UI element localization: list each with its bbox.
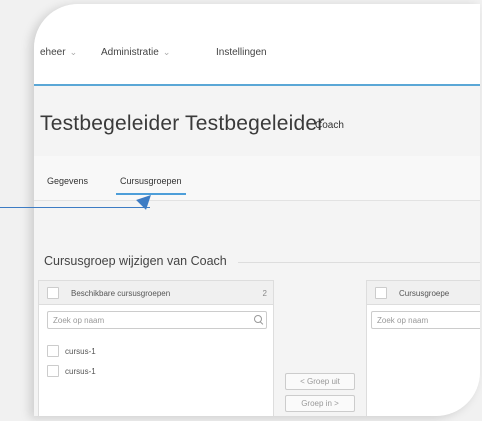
- panel-header-label: Cursusgroepe: [399, 289, 450, 298]
- tab-gegevens[interactable]: Gegevens: [47, 176, 88, 186]
- search-icon: [254, 315, 262, 323]
- nav-item-administratie[interactable]: Administratie ⌄: [101, 47, 170, 58]
- page-header: Testbegeleider Testbegeleider Coach: [34, 86, 480, 166]
- panel-header: Beschikbare cursusgroepen 2: [39, 281, 273, 305]
- tab-cursusgroepen[interactable]: Cursusgroepen: [120, 176, 182, 186]
- top-navigation: eheer ⌄ Administratie ⌄ Instellingen: [34, 4, 480, 86]
- page-title: Testbegeleider Testbegeleider: [40, 112, 325, 135]
- available-groups-panel: Beschikbare cursusgroepen 2 Zoek op naam…: [38, 280, 274, 416]
- nav-label: Administratie: [101, 47, 159, 58]
- nav-item-instellingen[interactable]: Instellingen: [216, 47, 267, 58]
- app-window: eheer ⌄ Administratie ⌄ Instellingen Testb…: [34, 4, 480, 416]
- divider: [238, 262, 480, 263]
- remove-group-button[interactable]: < Groep uit: [285, 373, 355, 390]
- nav-item-beheer[interactable]: eheer ⌄: [40, 47, 77, 58]
- chevron-down-icon: ⌄: [69, 47, 78, 57]
- search-placeholder: Zoek op naam: [53, 316, 105, 325]
- panel-header: Cursusgroepe: [367, 281, 480, 305]
- tab-bar: Gegevens Cursusgroepen: [34, 156, 480, 201]
- item-checkbox[interactable]: [47, 365, 59, 377]
- nav-label: eheer: [40, 47, 66, 58]
- item-checkbox[interactable]: [47, 345, 59, 357]
- search-input[interactable]: Zoek op naam: [371, 311, 480, 329]
- search-placeholder: Zoek op naam: [377, 316, 429, 325]
- nav-label: Instellingen: [216, 47, 267, 58]
- item-label: cursus-1: [65, 347, 96, 356]
- select-all-checkbox[interactable]: [47, 287, 59, 299]
- count-badge: 2: [262, 289, 267, 298]
- section-title: Cursusgroep wijzigen van Coach: [44, 254, 227, 268]
- assigned-groups-panel: Cursusgroepe Zoek op naam: [366, 280, 480, 416]
- chevron-down-icon: ⌄: [162, 47, 171, 57]
- panel-header-label: Beschikbare cursusgroepen: [71, 289, 171, 298]
- select-all-checkbox[interactable]: [375, 287, 387, 299]
- role-label: Coach: [315, 120, 344, 131]
- add-group-button[interactable]: Groep in >: [285, 395, 355, 412]
- item-label: cursus-1: [65, 367, 96, 376]
- annotation-arrow-line: [0, 207, 150, 208]
- search-input[interactable]: Zoek op naam: [47, 311, 267, 329]
